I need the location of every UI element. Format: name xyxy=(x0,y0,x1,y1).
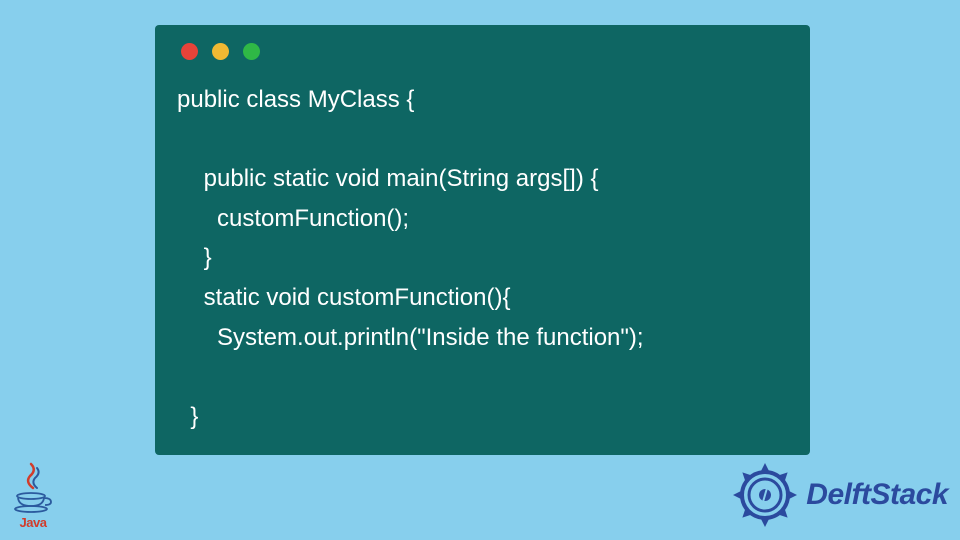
window-dot-yellow xyxy=(212,43,229,60)
code-block: public class MyClass { public static voi… xyxy=(177,80,788,436)
code-line: public class MyClass { xyxy=(177,86,414,113)
window-dot-red xyxy=(181,43,198,60)
code-line: public static void main(String args[]) { xyxy=(177,165,599,192)
code-line: customFunction(); xyxy=(177,205,409,232)
window-controls xyxy=(177,43,788,60)
java-logo: Java xyxy=(8,460,58,530)
code-line: } xyxy=(177,403,198,430)
code-line: static void customFunction(){ xyxy=(177,284,510,311)
delftstack-logo-text: DelftStack xyxy=(806,478,948,512)
code-line: System.out.println("Inside the function"… xyxy=(177,324,644,351)
code-line: } xyxy=(177,244,212,271)
code-window: public class MyClass { public static voi… xyxy=(155,25,810,455)
java-cup-icon xyxy=(13,492,53,514)
java-logo-text: Java xyxy=(20,515,47,530)
delftstack-gear-icon xyxy=(730,460,800,530)
java-steam-icon xyxy=(21,462,45,492)
window-dot-green xyxy=(243,43,260,60)
delftstack-logo: DelftStack xyxy=(730,460,948,530)
